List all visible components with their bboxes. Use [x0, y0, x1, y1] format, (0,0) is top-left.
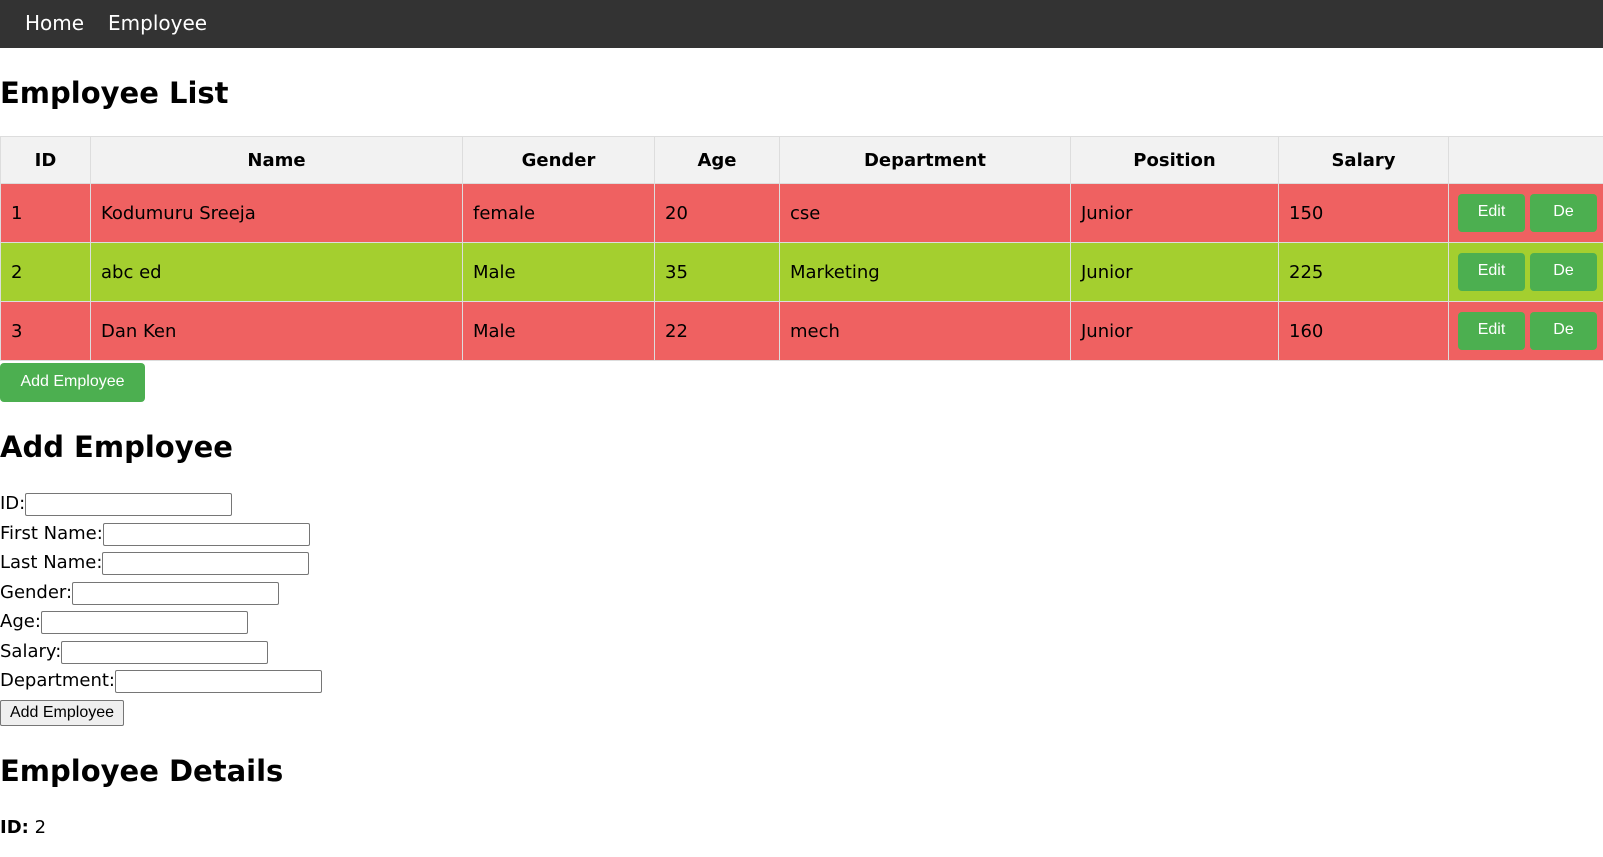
cell-gender: Male	[462, 242, 655, 302]
form-row-department: Department:	[0, 669, 322, 696]
cell-salary: 225	[1278, 242, 1449, 302]
delete-button[interactable]: De	[1530, 194, 1597, 232]
last-name-input[interactable]	[102, 551, 310, 575]
table-row: 2 abc ed Male 35 Marketing Junior 225 Ed…	[0, 242, 1603, 302]
add-employee-button[interactable]: Add Employee	[0, 363, 145, 402]
cell-id: 1	[0, 183, 91, 243]
column-header-gender: Gender	[462, 136, 655, 184]
column-header-id: ID	[0, 136, 91, 184]
submit-add-employee-button[interactable]: Add Employee	[0, 700, 124, 726]
cell-actions: Edit De	[1448, 242, 1603, 302]
cell-salary: 160	[1278, 301, 1449, 361]
detail-id-value: 2	[34, 817, 47, 838]
detail-id-row: ID: 2	[0, 816, 46, 840]
nav-employee-link[interactable]: Employee	[108, 10, 207, 36]
cell-name: abc ed	[90, 242, 463, 302]
cell-actions: Edit De	[1448, 183, 1603, 243]
form-row-id: ID:	[0, 492, 233, 519]
column-header-actions	[1448, 136, 1603, 184]
cell-actions: Edit De	[1448, 301, 1603, 361]
gender-input[interactable]	[72, 581, 280, 605]
id-input[interactable]	[25, 492, 233, 516]
department-label: Department:	[0, 670, 115, 691]
cell-department: Marketing	[779, 242, 1071, 302]
cell-name: Kodumuru Sreeja	[90, 183, 463, 243]
cell-department: mech	[779, 301, 1071, 361]
salary-label: Salary:	[0, 641, 62, 662]
cell-department: cse	[779, 183, 1071, 243]
form-row-last-name: Last Name:	[0, 551, 310, 578]
delete-button[interactable]: De	[1530, 312, 1597, 350]
age-input[interactable]	[40, 610, 248, 634]
salary-input[interactable]	[61, 640, 269, 664]
form-row-gender: Gender:	[0, 581, 280, 608]
department-input[interactable]	[115, 669, 322, 693]
add-employee-title: Add Employee	[0, 430, 233, 464]
form-row-first-name: First Name:	[0, 522, 310, 549]
column-header-position: Position	[1070, 136, 1279, 184]
cell-name: Dan Ken	[90, 301, 463, 361]
column-header-department: Department	[779, 136, 1071, 184]
first-name-label: First Name:	[0, 523, 103, 544]
gender-label: Gender:	[0, 582, 73, 603]
column-header-age: Age	[654, 136, 780, 184]
cell-age: 35	[654, 242, 780, 302]
table-header-row: ID Name Gender Age Department Position S…	[0, 136, 1603, 184]
first-name-input[interactable]	[102, 522, 310, 546]
delete-button[interactable]: De	[1530, 253, 1597, 291]
form-row-salary: Salary:	[0, 640, 269, 667]
employee-details-title: Employee Details	[0, 754, 284, 788]
column-header-name: Name	[90, 136, 463, 184]
top-navbar: Home Employee	[0, 0, 1603, 48]
last-name-label: Last Name:	[0, 552, 103, 573]
table-row: 1 Kodumuru Sreeja female 20 cse Junior 1…	[0, 183, 1603, 243]
age-label: Age:	[0, 611, 41, 632]
form-row-age: Age:	[0, 610, 248, 637]
cell-id: 2	[0, 242, 91, 302]
table-row: 3 Dan Ken Male 22 mech Junior 160 Edit De	[0, 301, 1603, 361]
cell-gender: female	[462, 183, 655, 243]
employee-table: ID Name Gender Age Department Position S…	[0, 136, 1603, 361]
cell-salary: 150	[1278, 183, 1449, 243]
edit-button[interactable]: Edit	[1458, 253, 1525, 291]
edit-button[interactable]: Edit	[1458, 194, 1525, 232]
cell-position: Junior	[1070, 183, 1279, 243]
cell-age: 22	[654, 301, 780, 361]
detail-id-label: ID:	[0, 817, 29, 838]
cell-age: 20	[654, 183, 780, 243]
cell-id: 3	[0, 301, 91, 361]
cell-position: Junior	[1070, 301, 1279, 361]
cell-gender: Male	[462, 301, 655, 361]
nav-home-link[interactable]: Home	[25, 10, 84, 36]
cell-position: Junior	[1070, 242, 1279, 302]
column-header-salary: Salary	[1278, 136, 1449, 184]
edit-button[interactable]: Edit	[1458, 312, 1525, 350]
id-label: ID:	[0, 493, 26, 514]
employee-list-title: Employee List	[0, 76, 229, 110]
